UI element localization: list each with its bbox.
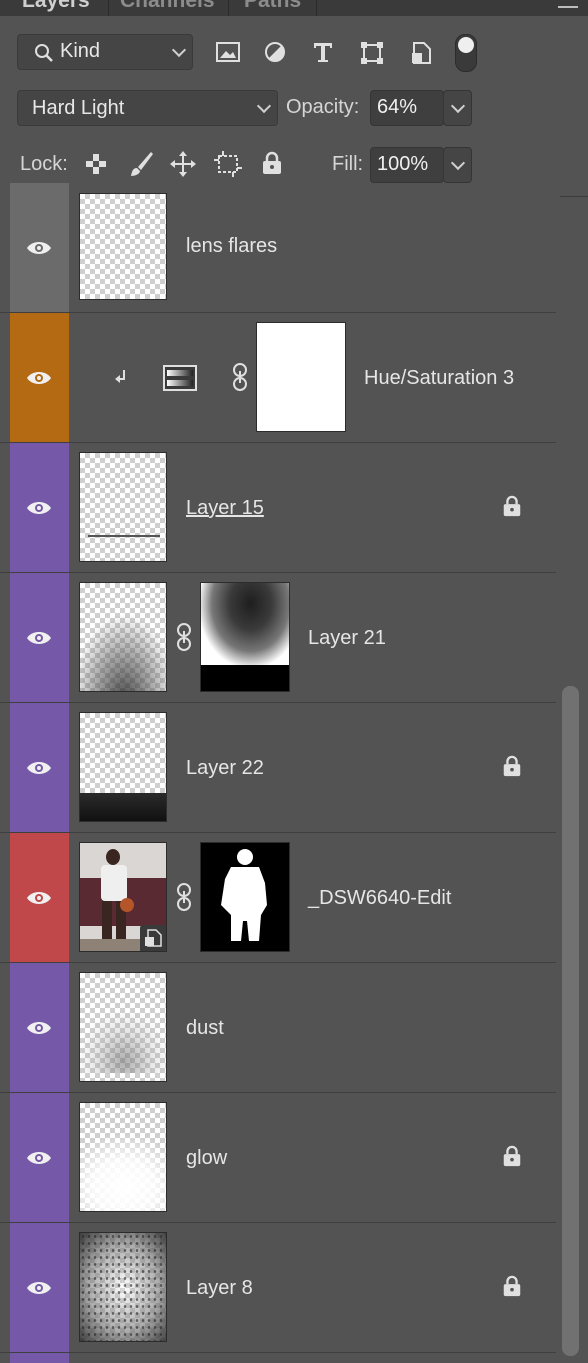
layer-row[interactable]: glow	[0, 1093, 556, 1223]
opacity-label: Opacity:	[286, 96, 360, 118]
layer-color-label	[10, 963, 69, 1092]
layer-color-label	[10, 313, 69, 442]
link-chain-icon[interactable]	[176, 883, 192, 911]
lock-artboard-icon[interactable]	[214, 151, 242, 177]
lock-all-icon[interactable]	[262, 151, 282, 175]
lock-icon	[503, 495, 521, 517]
clipping-arrow-icon	[115, 370, 125, 383]
layer-mask-thumbnail[interactable]	[200, 582, 290, 692]
layers-list: lens flares Hue/Saturation 3 Layer 15 La…	[0, 183, 560, 1363]
smart-object-filter-icon[interactable]	[410, 41, 432, 65]
eye-icon[interactable]	[26, 240, 52, 256]
filter-kind-label: Kind	[60, 40, 101, 62]
lock-icon	[503, 1275, 521, 1297]
adjustment-filter-icon[interactable]	[264, 41, 286, 63]
lock-icon	[503, 755, 521, 777]
panel-tabs: Layers Channels Paths	[0, 0, 588, 16]
layer-color-label	[10, 833, 69, 962]
filter-toggle-icon[interactable]	[455, 34, 477, 72]
filter-kind-select[interactable]: Kind	[17, 34, 193, 70]
search-icon	[35, 44, 53, 62]
layer-thumbnail[interactable]	[79, 972, 167, 1082]
layer-name[interactable]: Hue/Saturation 3	[364, 367, 514, 390]
eye-icon[interactable]	[26, 1020, 52, 1036]
lock-image-pixels-icon[interactable]	[128, 150, 154, 178]
tab-channels[interactable]: Channels	[120, 0, 215, 14]
layer-row[interactable]: Layer 22	[0, 703, 556, 833]
tab-divider	[108, 0, 109, 16]
panel-menu-icon[interactable]	[558, 0, 578, 8]
layer-mask-thumbnail[interactable]	[256, 322, 346, 432]
layer-row[interactable]: dust	[0, 963, 556, 1093]
layer-thumbnail[interactable]	[79, 582, 167, 692]
type-filter-icon[interactable]	[312, 41, 334, 63]
image-filter-icon[interactable]	[216, 42, 240, 62]
layer-thumbnail[interactable]	[79, 1232, 167, 1342]
opacity-dropdown-button[interactable]	[443, 90, 472, 126]
opacity-input[interactable]: 64%	[370, 90, 444, 126]
layer-color-label	[10, 443, 69, 572]
fill-label: Fill:	[332, 153, 364, 175]
fill-dropdown-button[interactable]	[443, 147, 472, 183]
tab-layers[interactable]: Layers	[22, 0, 90, 14]
fill-input[interactable]: 100%	[370, 147, 444, 183]
layer-row[interactable]: Layer 21	[0, 573, 556, 703]
link-chain-icon[interactable]	[232, 363, 248, 391]
tab-divider	[316, 0, 317, 16]
layer-color-label	[10, 703, 69, 832]
lock-position-icon[interactable]	[170, 151, 196, 177]
layer-name[interactable]: Layer 8	[186, 1277, 253, 1300]
eye-icon[interactable]	[26, 370, 52, 386]
tab-paths[interactable]: Paths	[244, 0, 301, 14]
layer-name[interactable]: glow	[186, 1147, 227, 1170]
layer-thumbnail[interactable]	[79, 193, 167, 300]
layer-name[interactable]: lens flares	[186, 235, 277, 258]
layer-name[interactable]: _DSW6640-Edit	[308, 887, 451, 910]
eye-icon[interactable]	[26, 500, 52, 516]
chevron-down-icon	[450, 155, 466, 171]
layer-color-label	[10, 1353, 69, 1363]
blend-bar: Hard Light Opacity: 64%	[0, 84, 588, 138]
layer-row[interactable]: Layer 8	[0, 1223, 556, 1353]
layer-thumbnail[interactable]	[79, 842, 167, 952]
lock-transparent-pixels-icon[interactable]	[85, 153, 107, 175]
tab-divider	[228, 0, 229, 16]
layer-row[interactable]: _DSW6640-Edit	[0, 833, 556, 963]
chevron-down-icon	[171, 42, 187, 58]
eye-icon[interactable]	[26, 1150, 52, 1166]
layer-color-label	[10, 1223, 69, 1352]
lock-icon	[503, 1145, 521, 1167]
eye-icon[interactable]	[26, 760, 52, 776]
eye-icon[interactable]	[26, 630, 52, 646]
layer-row[interactable]: Hue/Saturation 3	[0, 313, 556, 443]
layers-scrollbar[interactable]	[562, 686, 579, 1356]
layer-row[interactable]: lens flares	[0, 183, 556, 313]
layer-thumbnail[interactable]	[79, 452, 167, 562]
chevron-down-icon	[450, 98, 466, 114]
layer-row[interactable]: Layer 15	[0, 443, 556, 573]
layer-color-label	[10, 1093, 69, 1222]
layer-name[interactable]: dust	[186, 1017, 224, 1040]
link-chain-icon[interactable]	[176, 623, 192, 651]
shape-filter-icon[interactable]	[360, 41, 384, 65]
hue-saturation-adjustment-icon[interactable]	[163, 365, 197, 391]
layer-name[interactable]: Layer 22	[186, 757, 264, 780]
layer-name[interactable]: Layer 21	[308, 627, 386, 650]
chevron-down-icon	[256, 98, 272, 114]
layer-thumbnail[interactable]	[79, 1102, 167, 1212]
smart-object-icon	[140, 925, 166, 951]
filter-bar: Kind	[0, 16, 588, 84]
eye-icon[interactable]	[26, 1280, 52, 1296]
layer-row[interactable]	[0, 1353, 556, 1363]
eye-icon[interactable]	[26, 890, 52, 906]
layer-color-label	[10, 183, 69, 312]
layer-thumbnail[interactable]	[79, 712, 167, 822]
layer-mask-thumbnail[interactable]	[200, 842, 290, 952]
lock-label: Lock:	[20, 153, 68, 175]
layer-color-label	[10, 573, 69, 702]
blend-mode-value: Hard Light	[32, 97, 125, 119]
layer-name[interactable]: Layer 15	[186, 497, 264, 520]
blend-mode-select[interactable]: Hard Light	[17, 90, 278, 126]
